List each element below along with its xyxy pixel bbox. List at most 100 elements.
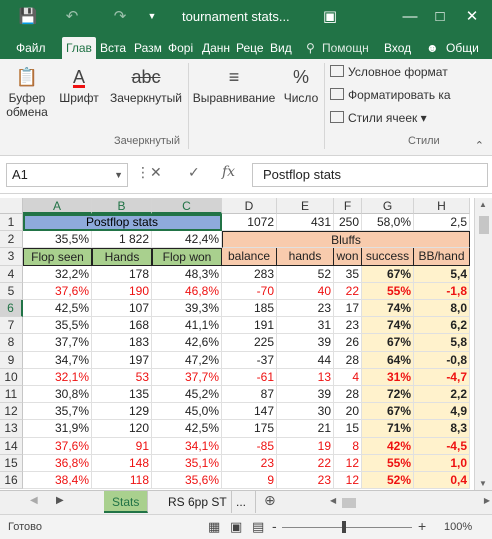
table-cell[interactable]: -85 xyxy=(222,437,277,455)
scroll-down-icon[interactable]: ▼ xyxy=(479,479,487,488)
table-cell[interactable]: 118 xyxy=(92,472,152,490)
table-cell[interactable]: 35,6% xyxy=(152,472,222,490)
column-header[interactable]: H xyxy=(414,198,470,214)
column-header[interactable]: G xyxy=(362,198,414,214)
tab-formulas[interactable]: Форі xyxy=(168,37,198,59)
sign-in-link[interactable]: Вход xyxy=(384,37,411,59)
save-icon[interactable]: 💾 xyxy=(16,4,40,28)
tab-page-layout[interactable]: Разм xyxy=(134,37,164,59)
column-title[interactable]: BB/hand xyxy=(414,248,470,266)
table-cell[interactable]: 135 xyxy=(92,386,152,404)
table-cell[interactable]: -4,7 xyxy=(414,368,470,386)
table-cell[interactable]: 34,7% xyxy=(23,351,92,369)
redo-icon[interactable]: ↷ xyxy=(108,4,132,28)
insert-function-icon[interactable]: fx xyxy=(222,164,235,180)
column-title[interactable]: hands xyxy=(277,248,334,266)
zoom-slider-knob[interactable] xyxy=(342,521,346,533)
clipboard-button[interactable]: 📋 Буфер обмена xyxy=(4,63,50,119)
table-cell[interactable]: 74% xyxy=(362,300,414,318)
table-cell[interactable]: 44 xyxy=(277,351,334,369)
table-cell[interactable]: -61 xyxy=(222,368,277,386)
zoom-level[interactable]: 100% xyxy=(444,521,472,533)
column-title[interactable]: Flop won xyxy=(152,248,222,266)
minimize-icon[interactable]: — xyxy=(398,4,422,28)
table-cell[interactable]: 191 xyxy=(222,317,277,335)
table-cell[interactable]: 23 xyxy=(222,454,277,472)
zoom-in-button[interactable]: + xyxy=(418,518,426,534)
table-cell[interactable]: 31% xyxy=(362,368,414,386)
table-cell[interactable]: -70 xyxy=(222,282,277,300)
column-header[interactable]: F xyxy=(334,198,362,214)
table-cell[interactable]: 41,1% xyxy=(152,317,222,335)
table-cell[interactable]: 55% xyxy=(362,454,414,472)
table-cell[interactable]: 147 xyxy=(222,403,277,421)
bluffs-header[interactable]: Bluffs xyxy=(222,231,470,249)
table-cell[interactable]: 15 xyxy=(334,420,362,438)
scrollbar-thumb[interactable] xyxy=(479,216,489,234)
column-header[interactable]: D xyxy=(222,198,277,214)
sheet-tab-stats[interactable]: Stats xyxy=(104,491,149,513)
row-header[interactable]: 11 xyxy=(0,386,23,404)
scroll-right-icon[interactable]: ▶ xyxy=(484,496,490,505)
table-cell[interactable]: 8 xyxy=(334,437,362,455)
table-cell[interactable]: 30,8% xyxy=(23,386,92,404)
row-header[interactable]: 6 xyxy=(0,300,23,318)
table-cell[interactable]: 42,5% xyxy=(23,300,92,318)
column-header[interactable]: B xyxy=(92,198,152,214)
tab-home[interactable]: Глав xyxy=(62,37,96,59)
table-cell[interactable]: 225 xyxy=(222,334,277,352)
table-cell[interactable]: 178 xyxy=(92,265,152,283)
table-cell[interactable]: 6,2 xyxy=(414,317,470,335)
column-title[interactable]: Hands xyxy=(92,248,152,266)
row-header[interactable]: 12 xyxy=(0,403,23,421)
table-cell[interactable]: -37 xyxy=(222,351,277,369)
column-header[interactable]: A xyxy=(23,198,92,214)
sheet-more[interactable]: ... xyxy=(232,491,256,513)
number-button[interactable]: % Число xyxy=(280,63,322,105)
row-header[interactable]: 10 xyxy=(0,368,23,386)
table-cell[interactable]: 40 xyxy=(277,282,334,300)
cell[interactable]: 35,5% xyxy=(23,231,92,249)
cell[interactable]: 2,5 xyxy=(414,214,470,232)
table-cell[interactable]: 35,5% xyxy=(23,317,92,335)
column-title[interactable]: Flop seen xyxy=(23,248,92,266)
cell[interactable]: 1072 xyxy=(222,214,277,232)
cell[interactable]: 58,0% xyxy=(362,214,414,232)
table-cell[interactable]: 35,1% xyxy=(152,454,222,472)
page-break-view-icon[interactable]: ▤ xyxy=(252,519,264,535)
table-cell[interactable]: 52% xyxy=(362,472,414,490)
table-cell[interactable]: 17 xyxy=(334,300,362,318)
table-cell[interactable]: 168 xyxy=(92,317,152,335)
maximize-icon[interactable]: □ xyxy=(428,4,452,28)
scroll-left-icon[interactable]: ◀ xyxy=(330,496,336,505)
table-cell[interactable]: 71% xyxy=(362,420,414,438)
vertical-scrollbar[interactable]: ▲ ▼ xyxy=(474,198,492,490)
table-cell[interactable]: 31 xyxy=(277,317,334,335)
tab-data[interactable]: Данн xyxy=(202,37,232,59)
column-title[interactable]: success xyxy=(362,248,414,266)
table-cell[interactable]: 42% xyxy=(362,437,414,455)
name-box[interactable]: A1 ▼ xyxy=(6,163,128,187)
table-cell[interactable]: 91 xyxy=(92,437,152,455)
table-cell[interactable]: 67% xyxy=(362,265,414,283)
cell-styles-button[interactable]: Стили ячеек ▾ xyxy=(330,111,427,125)
table-cell[interactable]: 37,6% xyxy=(23,437,92,455)
table-cell[interactable]: 23 xyxy=(334,317,362,335)
table-cell[interactable]: 36,8% xyxy=(23,454,92,472)
cell[interactable]: 42,4% xyxy=(152,231,222,249)
table-cell[interactable]: 190 xyxy=(92,282,152,300)
title-cell[interactable]: Postflop stats xyxy=(23,214,222,232)
table-cell[interactable]: 39,3% xyxy=(152,300,222,318)
row-header[interactable]: 1 xyxy=(0,214,23,232)
sheet-tab-rs[interactable]: RS 6pp ST xyxy=(160,491,232,513)
table-cell[interactable]: 20 xyxy=(334,403,362,421)
table-cell[interactable]: 12 xyxy=(334,472,362,490)
table-cell[interactable]: 26 xyxy=(334,334,362,352)
table-cell[interactable]: 42,6% xyxy=(152,334,222,352)
table-cell[interactable]: 1,0 xyxy=(414,454,470,472)
table-cell[interactable]: 197 xyxy=(92,351,152,369)
conditional-format-button[interactable]: Условное формат xyxy=(330,65,448,79)
tab-review[interactable]: Реце xyxy=(236,37,266,59)
table-cell[interactable]: 13 xyxy=(277,368,334,386)
table-cell[interactable]: 8,3 xyxy=(414,420,470,438)
